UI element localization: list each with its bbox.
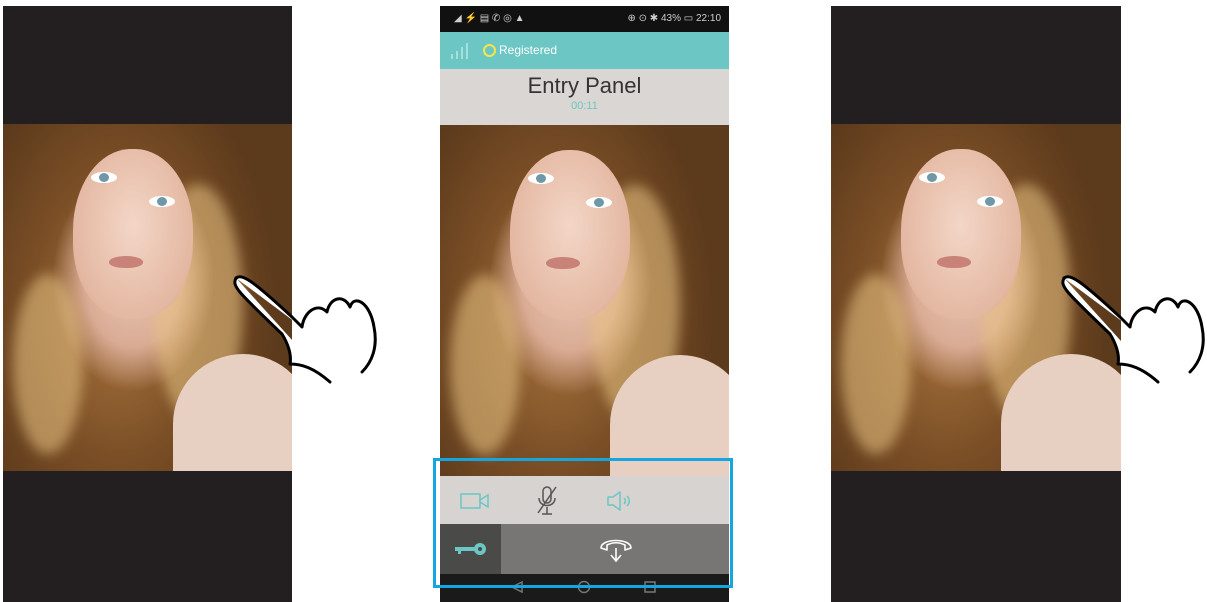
- registration-status-text: Registered: [499, 43, 558, 57]
- status-bar: ◢ ⚡ ▤ ✆ ◎ ▲ ⊕ ⊙ ✱ 43% ▭ 22:10: [440, 6, 729, 32]
- bottom-dark-band: [3, 471, 292, 602]
- eye: [91, 172, 117, 183]
- top-dark-band: [3, 6, 292, 124]
- eye: [919, 172, 945, 183]
- eye: [528, 173, 554, 184]
- call-timer: 00:11: [571, 100, 598, 112]
- bottom-dark-band: [831, 471, 1121, 602]
- status-right-info: ⊕ ⊙ ✱ 43% ▭ 22:10: [627, 13, 721, 24]
- call-header: Entry Panel 00:11: [440, 69, 729, 125]
- eye: [586, 197, 612, 208]
- lips: [546, 257, 580, 269]
- swipe-hand-icon: [1061, 275, 1205, 384]
- swipe-hand-icon: [233, 275, 377, 384]
- lips: [937, 256, 971, 268]
- controls-highlight-frame: [433, 458, 733, 588]
- status-left-icons: ◢ ⚡ ▤ ✆ ◎ ▲: [454, 13, 525, 24]
- caller-name: Entry Panel: [527, 73, 642, 98]
- eye: [149, 196, 175, 207]
- signal-icon: [451, 43, 468, 59]
- top-dark-band: [831, 6, 1121, 124]
- registered-status-icon: [483, 44, 496, 57]
- registration-bar: Registered: [440, 32, 729, 69]
- eye: [977, 196, 1003, 207]
- video-feed[interactable]: [440, 125, 729, 476]
- lips: [109, 256, 143, 268]
